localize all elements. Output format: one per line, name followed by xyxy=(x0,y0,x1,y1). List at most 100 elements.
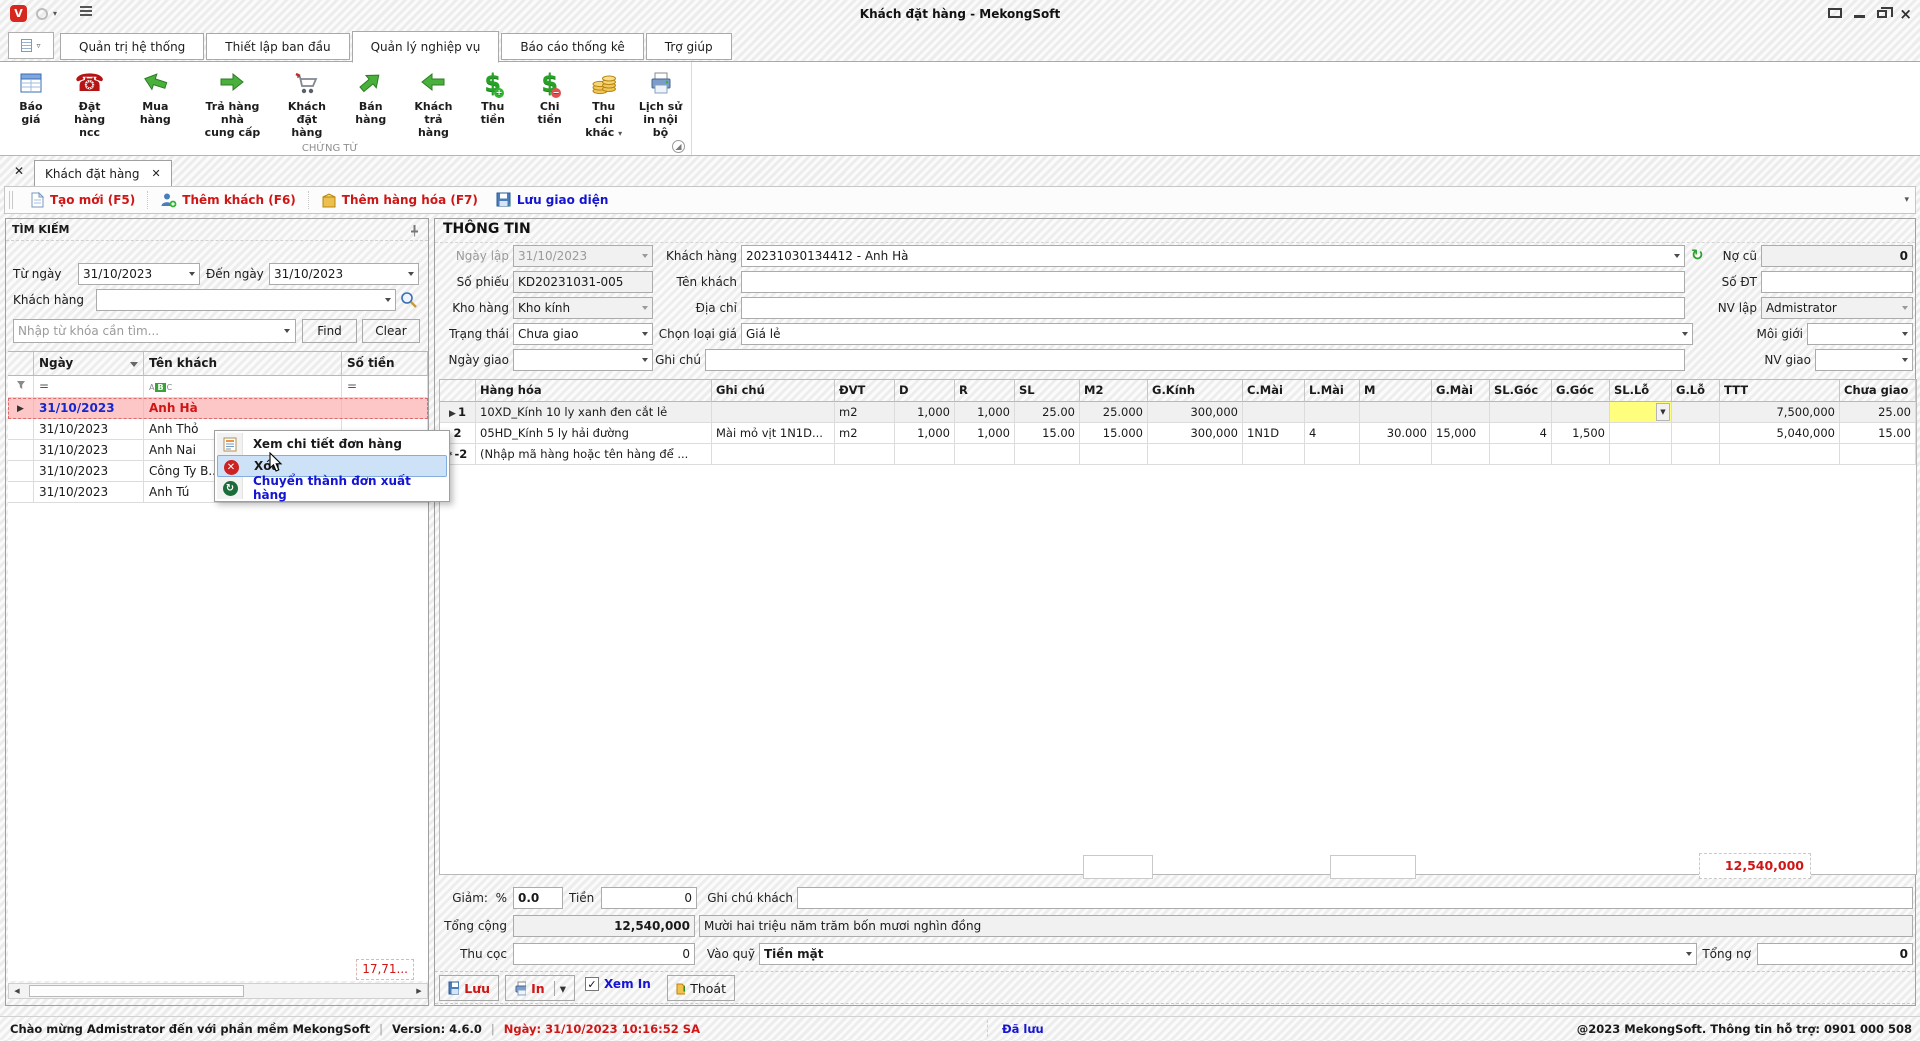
grid-cell[interactable]: 4 xyxy=(1305,423,1360,444)
print-dropdown-icon[interactable]: ▾ xyxy=(554,981,566,996)
ribbon-button-mua-hang[interactable]: Mua hàng xyxy=(121,66,189,127)
column-header[interactable]: R xyxy=(955,380,1015,402)
grid-cell[interactable] xyxy=(1840,444,1916,465)
grid-cell[interactable] xyxy=(1305,402,1360,423)
column-header[interactable]: ĐVT xyxy=(835,380,895,402)
grid-cell[interactable]: 7,500,000 xyxy=(1720,402,1840,423)
grid-cell[interactable]: 15,000 xyxy=(1432,423,1490,444)
ribbon-button-chi-tien[interactable]: $− Chi tiền xyxy=(522,66,577,127)
menu-item-convert[interactable]: ↻ Chuyển thành đơn xuất hàng xyxy=(217,477,447,499)
grid-cell[interactable]: 15.000 xyxy=(1080,423,1148,444)
ribbon-button-ban-hang[interactable]: Bán hàng xyxy=(338,66,403,127)
scrollbar-thumb[interactable] xyxy=(29,985,244,997)
refresh-icon[interactable]: ↻ xyxy=(1691,246,1704,264)
toolbar-overflow-icon[interactable]: ▾ xyxy=(1904,195,1909,205)
table-row[interactable]: ▶31/10/2023Anh Hà xyxy=(8,398,428,419)
filter-date-cell[interactable]: = xyxy=(34,376,144,398)
ten-khach-input[interactable] xyxy=(741,271,1685,293)
ribbon-button-thu-chi-khac[interactable]: Thu chikhác ▾ xyxy=(577,66,630,141)
column-header[interactable]: G.Lỗ xyxy=(1672,380,1720,402)
grid-cell[interactable] xyxy=(1432,444,1490,465)
filter-amount-cell[interactable]: = xyxy=(342,376,428,398)
grid-cell[interactable] xyxy=(1432,402,1490,423)
grid-cell[interactable] xyxy=(1490,402,1552,423)
ribbon-tab-1[interactable]: Thiết lập ban đầu xyxy=(206,33,349,60)
grid-cell[interactable]: (Nhập mã hàng hoặc tên hàng để ... xyxy=(476,444,712,465)
column-header-so-tien[interactable]: Số tiền xyxy=(342,352,428,376)
grid-cell[interactable] xyxy=(895,444,955,465)
ribbon-tab-2[interactable]: Quản lý nghiệp vụ xyxy=(352,31,500,63)
so-dt-input[interactable] xyxy=(1761,271,1913,293)
ribbon-tab-0[interactable]: Quản trị hệ thống xyxy=(60,33,204,60)
user-avatar-icon[interactable] xyxy=(36,8,48,20)
create-new-button[interactable]: Tạo mới (F5) xyxy=(21,187,144,213)
nv-giao-select[interactable] xyxy=(1815,349,1913,371)
customer-select[interactable] xyxy=(96,289,396,311)
grid-cell[interactable]: 300,000 xyxy=(1148,402,1243,423)
customer-name-cell[interactable]: Anh Hà xyxy=(144,398,342,419)
from-date-input[interactable]: 31/10/2023 xyxy=(78,263,200,285)
grid-cell[interactable] xyxy=(1148,444,1243,465)
add-customer-button[interactable]: Thêm khách (F6) xyxy=(151,187,305,213)
column-header[interactable]: D xyxy=(895,380,955,402)
grid-cell[interactable] xyxy=(1552,402,1610,423)
dia-chi-input[interactable] xyxy=(741,297,1685,319)
horizontal-scrollbar[interactable]: ◀ ▶ xyxy=(8,983,428,999)
column-header[interactable]: C.Mài xyxy=(1243,380,1305,402)
keyword-input[interactable] xyxy=(13,319,296,343)
grid-cell[interactable] xyxy=(835,444,895,465)
column-header-ngay[interactable]: Ngày xyxy=(34,352,144,376)
ribbon-button-lich-su-in[interactable]: Lịch sửin nội bộ xyxy=(630,66,691,140)
grid-cell[interactable]: 4 xyxy=(1490,423,1552,444)
column-header-ten-khach[interactable]: Tên khách xyxy=(144,352,342,376)
grid-cell[interactable] xyxy=(1243,402,1305,423)
column-header[interactable]: G.Mài xyxy=(1432,380,1490,402)
app-logo-icon[interactable]: V xyxy=(10,5,27,22)
toolbar-grip[interactable] xyxy=(9,191,13,209)
date-cell[interactable]: 31/10/2023 xyxy=(34,419,144,440)
grid-cell[interactable] xyxy=(1243,444,1305,465)
grid-cell[interactable] xyxy=(1610,444,1672,465)
close-tab-icon[interactable]: ✕ xyxy=(152,167,161,180)
save-button[interactable]: Lưu xyxy=(439,975,499,1001)
giam-pct-input[interactable]: 0.0 xyxy=(513,887,563,909)
ghi-chu-input[interactable] xyxy=(705,349,1685,371)
print-button[interactable]: In ▾ xyxy=(505,975,575,1001)
table-row[interactable]: 205HD_Kính 5 ly hải đườngMài mỏ vịt 1N1D… xyxy=(440,423,1916,444)
ribbon-button-dat-hang-ncc[interactable]: ☎ Đặt hàngncc xyxy=(58,66,122,140)
grid-cell[interactable]: Mài mỏ vịt 1N1D... xyxy=(712,423,835,444)
grid-cell[interactable] xyxy=(1672,402,1720,423)
exit-button[interactable]: Thoát xyxy=(667,975,735,1001)
column-header[interactable] xyxy=(440,380,476,402)
column-header[interactable]: Hàng hóa xyxy=(476,380,712,402)
close-all-tabs-button[interactable]: ✕ xyxy=(10,163,28,181)
grid-cell[interactable] xyxy=(712,444,835,465)
grid-cell[interactable] xyxy=(1360,444,1432,465)
grid-cell[interactable]: ▶1 xyxy=(440,402,476,423)
grid-cell[interactable]: 25.00 xyxy=(1840,402,1916,423)
grid-cell[interactable]: 25.000 xyxy=(1080,402,1148,423)
ribbon-button-thu-tien[interactable]: $+ Thu tiền xyxy=(463,66,522,127)
fullscreen-icon[interactable] xyxy=(1828,7,1842,21)
khach-hang-select[interactable]: 20231030134412 - Anh Hà xyxy=(741,245,1685,267)
grid-cell[interactable]: 30.000 xyxy=(1360,423,1432,444)
ribbon-button-khach-tra-hang[interactable]: Kháchtrả hàng xyxy=(403,66,463,140)
pin-icon[interactable] xyxy=(409,224,420,237)
trang-thai-select[interactable]: Chưa giao xyxy=(513,323,653,345)
scroll-right-icon[interactable]: ▶ xyxy=(411,984,427,998)
grid-cell[interactable]: 05HD_Kính 5 ly hải đường xyxy=(476,423,712,444)
column-header[interactable]: M xyxy=(1360,380,1432,402)
cell-dropdown-icon[interactable]: ▼ xyxy=(1656,403,1670,421)
grid-cell[interactable]: 15.00 xyxy=(1015,423,1080,444)
find-button[interactable]: Find xyxy=(302,319,357,343)
table-row[interactable]: ▶110XD_Kính 10 ly xanh đen cắt lẻm21,000… xyxy=(440,402,1916,423)
grid-cell[interactable]: 1,000 xyxy=(895,402,955,423)
column-header[interactable]: SL.Góc xyxy=(1490,380,1552,402)
grid-cell[interactable]: 5,040,000 xyxy=(1720,423,1840,444)
column-header[interactable]: TTT xyxy=(1720,380,1840,402)
ghi-chu-khach-input[interactable] xyxy=(797,887,1913,909)
menu-item-view-detail[interactable]: Xem chi tiết đơn hàng xyxy=(217,433,447,455)
ribbon-tab-3[interactable]: Báo cáo thống kê xyxy=(501,33,643,60)
grid-cell[interactable] xyxy=(1672,444,1720,465)
column-header[interactable]: Ghi chú xyxy=(712,380,835,402)
